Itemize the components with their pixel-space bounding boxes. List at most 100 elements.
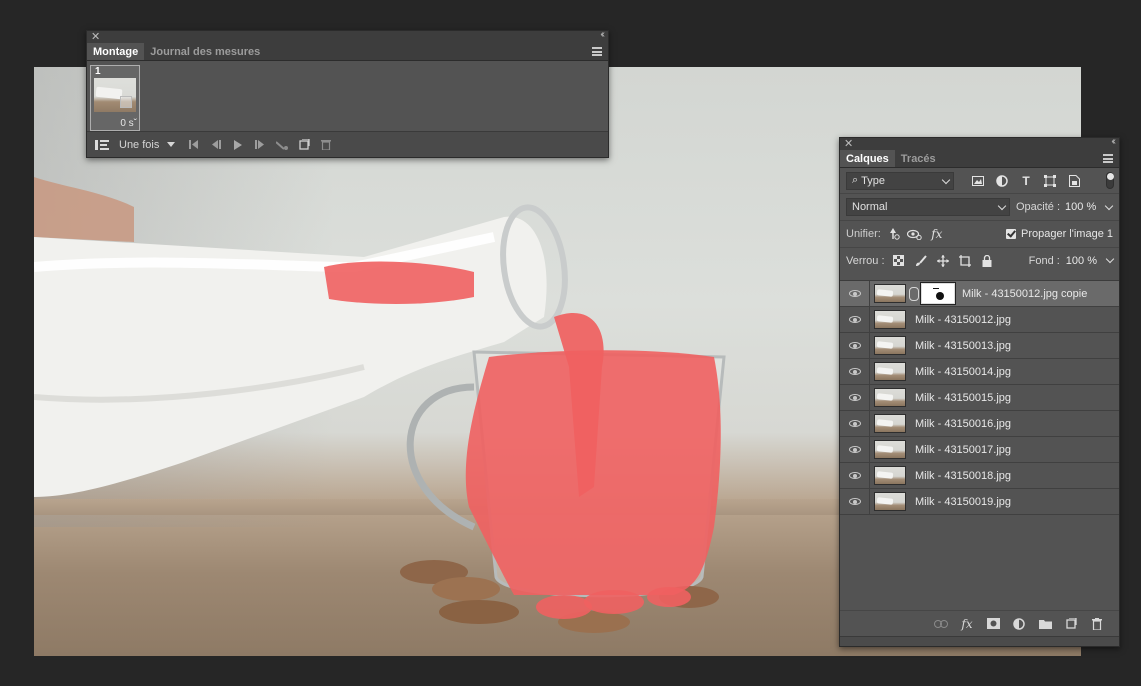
layer-name[interactable]: Milk - 43150019.jpg: [915, 496, 1011, 508]
text-filter-icon[interactable]: T: [1018, 173, 1034, 189]
layer-thumbnail[interactable]: [874, 414, 906, 433]
layer-thumbnail[interactable]: [874, 310, 906, 329]
layer-thumbnail[interactable]: [874, 362, 906, 381]
layer-name[interactable]: Milk - 43150014.jpg: [915, 366, 1011, 378]
layer-name[interactable]: Milk - 43150013.jpg: [915, 340, 1011, 352]
next-frame-icon[interactable]: [249, 135, 271, 155]
unify-visibility-icon[interactable]: [907, 226, 923, 242]
visibility-toggle[interactable]: [840, 306, 870, 333]
unify-position-icon[interactable]: [885, 226, 901, 242]
image-filter-icon[interactable]: [970, 173, 986, 189]
layer-row[interactable]: Milk - 43150017.jpg: [840, 436, 1119, 463]
panel-title-bar[interactable]: ✕ ‹‹: [87, 29, 608, 43]
layer-thumbnail[interactable]: [874, 466, 906, 485]
layer-thumbnail[interactable]: [874, 492, 906, 511]
convert-timeline-icon[interactable]: [91, 135, 113, 155]
visibility-toggle[interactable]: [840, 410, 870, 437]
adjustment-filter-icon[interactable]: [994, 173, 1010, 189]
tab-calques[interactable]: Calques: [840, 150, 895, 167]
new-layer-icon[interactable]: [1063, 616, 1079, 632]
propagate-label: Propager l'image 1: [1021, 228, 1113, 240]
new-group-folder-icon[interactable]: [1037, 616, 1053, 632]
lock-pixels-brush-icon[interactable]: [913, 253, 929, 269]
lock-transparency-icon[interactable]: [891, 253, 907, 269]
duplicate-frame-icon[interactable]: [293, 135, 315, 155]
add-mask-icon[interactable]: [985, 616, 1001, 632]
unify-style-icon[interactable]: fx: [929, 226, 945, 242]
smart-object-filter-icon[interactable]: [1066, 173, 1082, 189]
chevron-down-icon[interactable]: [1105, 254, 1115, 264]
blend-mode-value: Normal: [852, 201, 888, 213]
layer-row[interactable]: Milk - 43150015.jpg: [840, 384, 1119, 411]
animation-frame[interactable]: 1 0 sˇ: [90, 65, 140, 131]
filter-toggle-switch[interactable]: [1106, 172, 1114, 189]
delete-layer-trash-icon[interactable]: [1089, 616, 1105, 632]
visibility-toggle[interactable]: [840, 332, 870, 359]
collapse-icon[interactable]: ‹‹: [600, 29, 604, 40]
layers-panel: ✕ ‹‹ Calques Tracés ⌕ Type T Normal Opac…: [839, 136, 1120, 647]
lock-all-padlock-icon[interactable]: [979, 253, 995, 269]
panel-menu-icon[interactable]: [1103, 154, 1113, 163]
panel-title-bar[interactable]: ✕ ‹‹: [840, 136, 1119, 150]
checkbox-checked-icon[interactable]: [1006, 229, 1016, 239]
link-layers-icon[interactable]: [933, 616, 949, 632]
opacity-control[interactable]: Opacité : 100 %: [1016, 201, 1114, 213]
tween-icon[interactable]: [271, 135, 293, 155]
layer-row[interactable]: Milk - 43150012.jpg: [840, 306, 1119, 333]
tab-traces[interactable]: Tracés: [895, 150, 942, 167]
filter-type-select[interactable]: ⌕ Type: [846, 171, 954, 190]
lock-position-move-icon[interactable]: [935, 253, 951, 269]
frame-delay-dropdown[interactable]: 0 sˇ: [120, 118, 137, 129]
layer-name[interactable]: Milk - 43150015.jpg: [915, 392, 1011, 404]
layer-thumbnail[interactable]: [874, 388, 906, 407]
layer-row[interactable]: Milk - 43150019.jpg: [840, 488, 1119, 515]
layer-thumbnail[interactable]: [874, 336, 906, 355]
layer-row[interactable]: Milk - 43150013.jpg: [840, 332, 1119, 359]
layer-row[interactable]: Milk - 43150016.jpg: [840, 410, 1119, 437]
layer-name[interactable]: Milk - 43150012.jpg copie: [962, 288, 1087, 300]
previous-frame-icon[interactable]: [205, 135, 227, 155]
adjustment-layer-icon[interactable]: [1011, 616, 1027, 632]
collapse-icon[interactable]: ‹‹: [1111, 136, 1115, 147]
loop-option-value: Une fois: [119, 138, 160, 151]
layer-mask-thumbnail[interactable]: [920, 282, 956, 305]
play-icon[interactable]: [227, 135, 249, 155]
panel-menu-icon[interactable]: [592, 47, 602, 56]
panel-tabs: Montage Journal des mesures: [87, 43, 608, 61]
layer-name[interactable]: Milk - 43150016.jpg: [915, 418, 1011, 430]
blend-mode-select[interactable]: Normal: [846, 198, 1010, 216]
tab-montage[interactable]: Montage: [87, 43, 145, 60]
eye-icon: [848, 368, 861, 375]
mask-link-chain-icon[interactable]: [909, 286, 919, 301]
visibility-toggle[interactable]: [840, 436, 870, 463]
visibility-toggle[interactable]: [840, 280, 870, 307]
layer-thumbnail[interactable]: [874, 284, 906, 303]
visibility-toggle[interactable]: [840, 462, 870, 489]
layer-name[interactable]: Milk - 43150018.jpg: [915, 470, 1011, 482]
layer-row[interactable]: Milk - 43150012.jpg copie: [840, 280, 1119, 307]
panel-resize-handle[interactable]: [840, 636, 1119, 646]
visibility-toggle[interactable]: [840, 488, 870, 515]
visibility-toggle[interactable]: [840, 358, 870, 385]
layer-name[interactable]: Milk - 43150012.jpg: [915, 314, 1011, 326]
propagate-frame-checkbox[interactable]: Propager l'image 1: [1006, 228, 1113, 240]
tab-journal-des-mesures[interactable]: Journal des mesures: [144, 43, 266, 60]
loop-options-select[interactable]: Une fois: [119, 138, 176, 151]
unify-label: Unifier:: [846, 228, 881, 240]
opacity-value[interactable]: 100 %: [1065, 201, 1096, 213]
shape-filter-icon[interactable]: [1042, 173, 1058, 189]
close-icon[interactable]: ✕: [844, 137, 853, 150]
fill-control[interactable]: Fond : 100 %: [1029, 254, 1115, 267]
layer-row[interactable]: Milk - 43150018.jpg: [840, 462, 1119, 489]
layer-thumbnail[interactable]: [874, 440, 906, 459]
chevron-down-icon[interactable]: [1104, 201, 1114, 210]
close-icon[interactable]: ✕: [91, 30, 100, 43]
lock-artboard-crop-icon[interactable]: [957, 253, 973, 269]
trash-icon[interactable]: [315, 135, 337, 155]
layer-row[interactable]: Milk - 43150014.jpg: [840, 358, 1119, 385]
layer-style-fx-icon[interactable]: fx: [959, 616, 975, 632]
fill-value[interactable]: 100 %: [1066, 255, 1097, 267]
visibility-toggle[interactable]: [840, 384, 870, 411]
layer-name[interactable]: Milk - 43150017.jpg: [915, 444, 1011, 456]
first-frame-icon[interactable]: [183, 135, 205, 155]
